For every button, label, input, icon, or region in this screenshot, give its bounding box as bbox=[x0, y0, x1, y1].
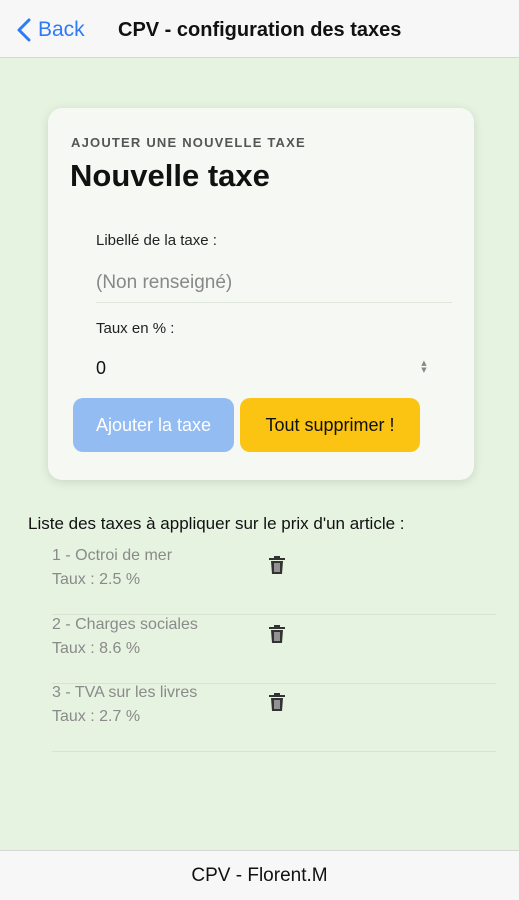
stepper-down-icon[interactable]: ▼ bbox=[421, 367, 426, 374]
tax-label-field-label: Libellé de la taxe : bbox=[96, 232, 217, 249]
trash-icon[interactable] bbox=[268, 555, 286, 575]
list-item: 1 - Octroi de mer Taux : 2.5 % bbox=[52, 547, 496, 615]
add-tax-button[interactable]: Ajouter la taxe bbox=[73, 398, 234, 452]
number-stepper[interactable]: ▲ ▼ bbox=[420, 360, 428, 374]
tax-rate-field-label: Taux en % : bbox=[96, 320, 175, 337]
new-tax-card: AJOUTER UNE NOUVELLE TAXE Nouvelle taxe … bbox=[48, 108, 474, 480]
tax-name: 3 - TVA sur les livres bbox=[52, 684, 198, 701]
tax-name: 2 - Charges sociales bbox=[52, 616, 198, 633]
back-label: Back bbox=[38, 18, 85, 41]
back-button[interactable]: Back bbox=[16, 16, 85, 44]
tax-rate-input[interactable]: 0 ▲ ▼ bbox=[96, 350, 428, 386]
page-title: CPV - configuration des taxes bbox=[118, 19, 402, 41]
chevron-left-icon bbox=[17, 18, 31, 42]
tax-name: 1 - Octroi de mer bbox=[52, 547, 173, 564]
tax-rate-value: 0 bbox=[96, 358, 107, 378]
tax-label-input[interactable] bbox=[96, 263, 452, 303]
navigation-bar: Back CPV - configuration des taxes bbox=[0, 0, 519, 58]
list-item: 2 - Charges sociales Taux : 8.6 % bbox=[52, 616, 496, 684]
trash-icon[interactable] bbox=[268, 692, 286, 712]
tax-rate: Taux : 8.6 % bbox=[52, 640, 141, 657]
list-item: 3 - TVA sur les livres Taux : 2.7 % bbox=[52, 684, 496, 752]
tax-rate: Taux : 2.5 % bbox=[52, 571, 141, 588]
footer-bar: CPV - Florent.M bbox=[0, 850, 519, 900]
card-title: Nouvelle taxe bbox=[70, 158, 270, 193]
card-eyebrow: AJOUTER UNE NOUVELLE TAXE bbox=[71, 135, 306, 150]
delete-all-button[interactable]: Tout supprimer ! bbox=[240, 398, 420, 452]
footer-text: CPV - Florent.M bbox=[191, 864, 328, 886]
tax-list-title: Liste des taxes à appliquer sur le prix … bbox=[28, 514, 405, 533]
tax-rate: Taux : 2.7 % bbox=[52, 708, 141, 725]
trash-icon[interactable] bbox=[268, 624, 286, 644]
